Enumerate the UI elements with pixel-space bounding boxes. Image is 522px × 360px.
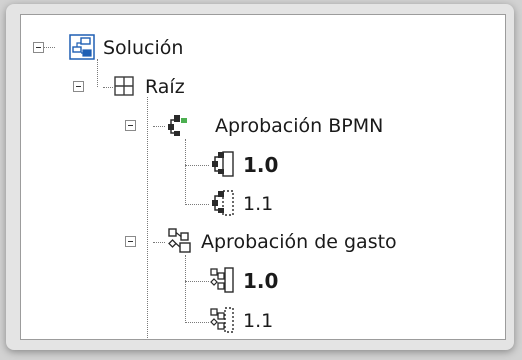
workflow-process-icon bbox=[168, 228, 191, 253]
solution-tree[interactable]: Solución Raíz Aprobación BPMN 1.0 1.1 Ap… bbox=[21, 15, 505, 339]
tree-node-process[interactable]: Aprobación BPMN bbox=[215, 107, 383, 145]
solution-icon bbox=[69, 34, 95, 60]
tree-line bbox=[185, 204, 209, 205]
tree-line bbox=[185, 139, 186, 205]
tree-line bbox=[43, 47, 55, 48]
tree-node-folder[interactable]: Raíz bbox=[145, 68, 185, 106]
tree-node-process[interactable]: Aprobación de gasto bbox=[201, 223, 397, 261]
collapse-process-toggle[interactable] bbox=[125, 120, 136, 131]
version-draft-icon bbox=[210, 307, 234, 333]
tree-line bbox=[153, 242, 165, 243]
collapse-process-toggle[interactable] bbox=[125, 236, 136, 247]
tree-line bbox=[185, 165, 209, 166]
version-icon bbox=[212, 151, 234, 177]
version-label: 1.1 bbox=[243, 192, 274, 215]
tree-line bbox=[103, 87, 113, 88]
tree-node-label: Aprobación BPMN bbox=[215, 114, 384, 137]
tree-line bbox=[97, 59, 98, 87]
tree-line bbox=[185, 281, 209, 282]
tree-node-version[interactable]: 1.0 bbox=[243, 146, 278, 184]
version-icon bbox=[210, 267, 234, 293]
tree-node-version[interactable]: 1.1 bbox=[243, 185, 273, 223]
solution-tree-panel: Solución Raíz Aprobación BPMN 1.0 1.1 Ap… bbox=[20, 14, 506, 340]
tree-node-label: Solución bbox=[103, 36, 184, 59]
folder-grid-icon bbox=[114, 76, 134, 96]
version-label: 1.0 bbox=[243, 153, 279, 177]
version-label: 1.1 bbox=[243, 309, 274, 332]
tree-node-version[interactable]: 1.0 bbox=[243, 262, 278, 300]
tree-line bbox=[185, 255, 186, 323]
bpmn-process-icon bbox=[168, 115, 187, 136]
tree-node-version[interactable]: 1.1 bbox=[243, 302, 274, 339]
tree-line bbox=[153, 126, 165, 127]
collapse-folder-toggle[interactable] bbox=[73, 81, 84, 92]
tree-line bbox=[147, 97, 148, 339]
tree-node-label: Raíz bbox=[145, 75, 185, 98]
version-label: 1.0 bbox=[243, 269, 279, 293]
tree-line bbox=[185, 322, 209, 323]
collapse-solution-toggle[interactable] bbox=[33, 42, 44, 53]
tree-node-label: Aprobación de gasto bbox=[201, 230, 397, 253]
version-draft-icon bbox=[212, 190, 234, 216]
tree-node-solution[interactable]: Solución bbox=[103, 29, 183, 67]
